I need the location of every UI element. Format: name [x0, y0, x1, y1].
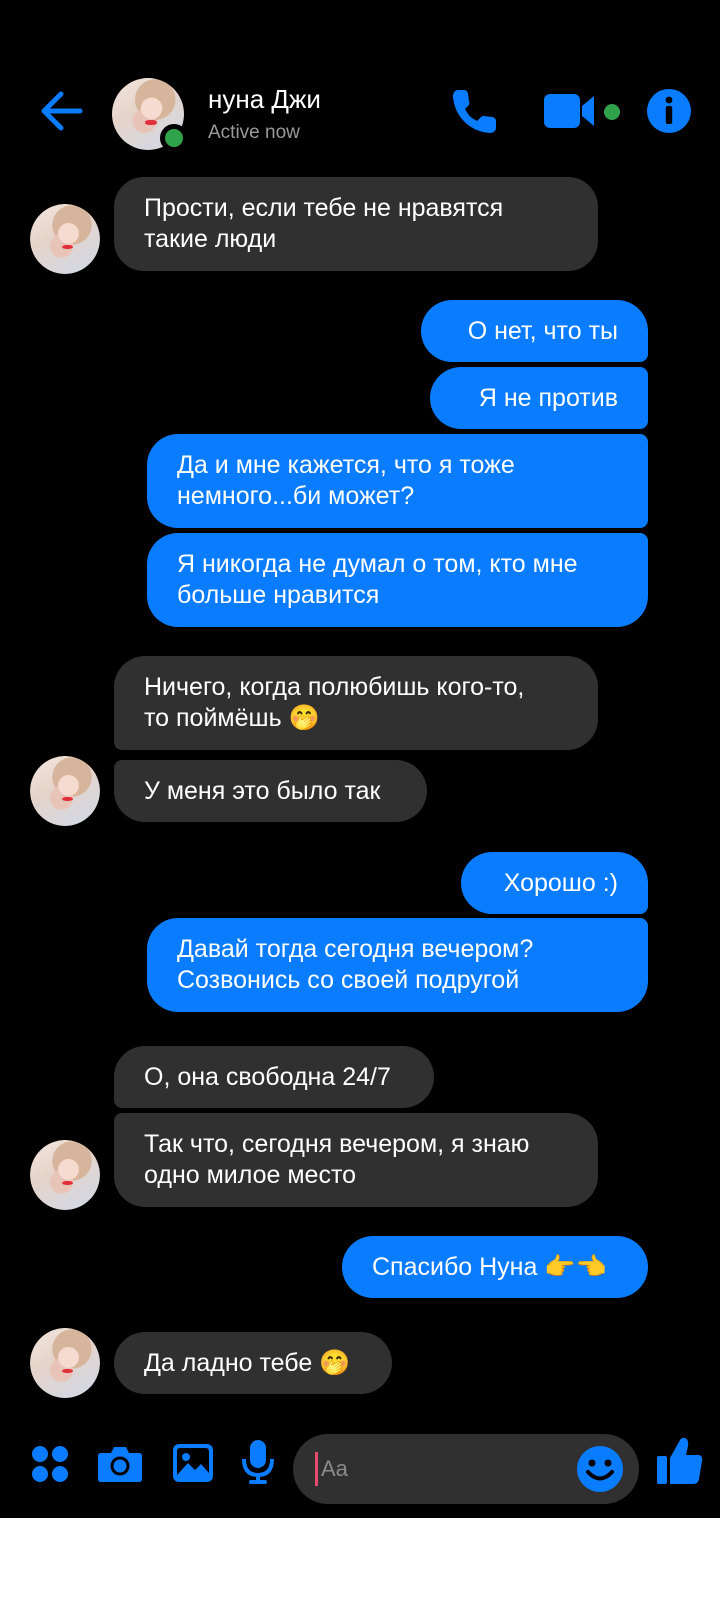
outgoing-message[interactable]: Да и мне кажется, что я тоже немного...б… [147, 434, 648, 528]
chat-header: нуна Джи Active now [0, 70, 720, 160]
info-icon[interactable] [646, 88, 692, 134]
message-input[interactable] [321, 1434, 561, 1504]
message-composer [0, 1430, 720, 1510]
outgoing-message[interactable]: Давай тогда сегодня вечером? Созвонись с… [147, 918, 648, 1012]
thumbs-up-icon[interactable] [654, 1434, 706, 1488]
camera-icon[interactable] [96, 1440, 144, 1486]
incoming-message[interactable]: У меня это было так [114, 760, 427, 822]
outgoing-message[interactable]: Я не против [430, 367, 648, 429]
contact-avatar-small[interactable] [30, 204, 100, 274]
video-call-icon[interactable] [544, 90, 604, 132]
emoji-icon[interactable] [576, 1445, 624, 1493]
apps-icon[interactable] [28, 1442, 72, 1486]
phone-call-icon[interactable] [450, 86, 500, 136]
outgoing-message[interactable]: Спасибо Нуна 👉👈 [342, 1236, 648, 1298]
messenger-chat-screen: нуна Джи Active now Прости, если тебе не… [0, 0, 720, 1518]
outgoing-message[interactable]: Я никогда не думал о том, кто мне больше… [147, 533, 648, 627]
online-indicator [160, 124, 188, 152]
contact-avatar-small[interactable] [30, 756, 100, 826]
outgoing-message[interactable]: Хорошо :) [461, 852, 648, 914]
back-arrow-icon[interactable] [38, 88, 84, 134]
contact-name[interactable]: нуна Джи [208, 84, 321, 115]
contact-avatar[interactable] [112, 78, 188, 152]
message-field[interactable] [293, 1434, 639, 1504]
contact-status: Active now [208, 122, 300, 143]
incoming-message[interactable]: О, она свободна 24/7 [114, 1046, 434, 1108]
incoming-message[interactable]: Так что, сегодня вечером, я знаю одно ми… [114, 1113, 598, 1207]
text-caret [315, 1452, 318, 1486]
incoming-message[interactable]: Ничего, когда полюбишь кого-то, то поймё… [114, 656, 598, 750]
system-navigation-area [0, 1518, 720, 1600]
incoming-message[interactable]: Да ладно тебе 🤭 [114, 1332, 392, 1394]
active-call-indicator [604, 104, 620, 120]
gallery-icon[interactable] [170, 1440, 216, 1486]
microphone-icon[interactable] [238, 1438, 278, 1486]
contact-avatar-small[interactable] [30, 1328, 100, 1398]
outgoing-message[interactable]: О нет, что ты [421, 300, 648, 362]
contact-avatar-small[interactable] [30, 1140, 100, 1210]
incoming-message[interactable]: Прости, если тебе не нравятся такие люди [114, 177, 598, 271]
